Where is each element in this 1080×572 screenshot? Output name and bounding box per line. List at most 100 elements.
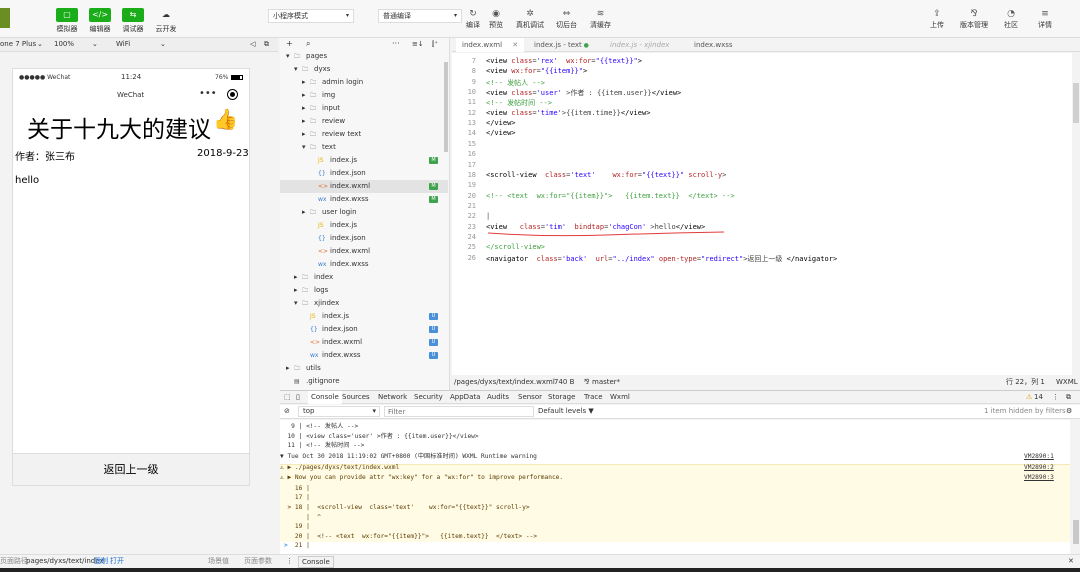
console-drawer-tab[interactable]: Console bbox=[298, 556, 334, 568]
devtools-tab-wxml[interactable]: Wxml bbox=[610, 391, 630, 404]
toolbar-eye-button[interactable]: ◉ 预览 bbox=[489, 8, 503, 30]
file-row[interactable]: ▤ .gitignore bbox=[280, 375, 448, 388]
folder-row[interactable]: ▾ 🗀 dyxs bbox=[280, 63, 448, 76]
file-row[interactable]: wx index.wxss U bbox=[280, 349, 448, 362]
chevron-icon[interactable]: ▸ bbox=[302, 128, 306, 141]
file-row[interactable]: <> index.wxml U bbox=[280, 336, 448, 349]
toolbar-code-button[interactable]: </> 编辑器 bbox=[89, 8, 111, 34]
search-icon[interactable]: ⌕ bbox=[306, 38, 310, 50]
mode-select[interactable]: 小程序模式 ▾ bbox=[268, 9, 354, 23]
chevron-icon[interactable]: ▸ bbox=[302, 206, 306, 219]
console-scrollbar[interactable] bbox=[1072, 420, 1080, 554]
device-toggle-icon[interactable]: ▯ bbox=[296, 391, 300, 404]
avatar[interactable] bbox=[0, 8, 10, 28]
file-row[interactable]: JS index.js M bbox=[280, 154, 448, 167]
more-icon[interactable]: ··· bbox=[392, 38, 400, 50]
devtools-tab-console[interactable]: Console bbox=[308, 391, 342, 404]
toolbar-debug-button[interactable]: ⇆ 调试器 bbox=[122, 8, 144, 34]
drawer-icon[interactable]: ⋮ bbox=[286, 555, 293, 568]
console-line[interactable]: > 18 | <scroll-view class='text' wx:for=… bbox=[280, 504, 1070, 512]
open-link[interactable]: 打开 bbox=[110, 555, 124, 568]
add-icon[interactable]: + bbox=[286, 38, 293, 50]
params-button[interactable]: 页面参数 bbox=[244, 555, 272, 568]
folder-row[interactable]: ▸ 🗀 review bbox=[280, 115, 448, 128]
console-line[interactable]: ⚠ ▶ ./pages/dyxs/text/index.wxml VM2890:2 bbox=[280, 464, 1070, 472]
compile-select[interactable]: 普通编译 ▾ bbox=[378, 9, 462, 23]
chevron-icon[interactable]: ▾ bbox=[294, 297, 298, 310]
devtools-tab-trace[interactable]: Trace bbox=[584, 391, 603, 404]
source-link[interactable]: VM2890:3 bbox=[1024, 474, 1054, 482]
settings-icon[interactable]: ⚙ bbox=[1066, 405, 1072, 418]
chevron-icon[interactable]: ▾ bbox=[294, 63, 298, 76]
scene-button[interactable]: 场景值 bbox=[208, 555, 229, 568]
code-editor[interactable]: 7 <view class='rex' wx:for="{{text}}"> 8 <v… bbox=[452, 53, 1072, 375]
thumbs-up-icon[interactable]: 👍 bbox=[213, 107, 238, 131]
inspect-icon[interactable]: ⬚ bbox=[284, 391, 291, 404]
file-row[interactable]: wx index.wxss bbox=[280, 258, 448, 271]
file-row[interactable]: {} index.json U bbox=[280, 323, 448, 336]
filter-input[interactable] bbox=[384, 406, 534, 417]
tab-2[interactable]: index.js - xjindex bbox=[610, 38, 669, 52]
console-line[interactable]: 17 | bbox=[280, 494, 1070, 502]
file-row[interactable]: wx index.wxss M bbox=[280, 193, 448, 206]
toolbar-refresh-button[interactable]: ↻ 编译 bbox=[466, 8, 480, 30]
chevron-icon[interactable]: ▸ bbox=[302, 89, 306, 102]
console-line[interactable]: ⚠ ▶ Now you can provide attr "wx:key" fo… bbox=[280, 474, 1070, 482]
folder-row[interactable]: ▸ 🗀 admin login bbox=[280, 76, 448, 89]
file-row[interactable]: <> index.wxml M bbox=[280, 180, 448, 193]
popout-icon[interactable]: ⧉ bbox=[264, 38, 269, 51]
console-prompt[interactable]: > bbox=[284, 542, 288, 549]
speaker-icon[interactable]: ◁ bbox=[250, 38, 255, 51]
devtools-tab-sensor[interactable]: Sensor bbox=[518, 391, 542, 404]
zoom-select[interactable]: 100% bbox=[54, 38, 74, 51]
chevron-icon[interactable]: ▸ bbox=[302, 102, 306, 115]
console-line[interactable]: ▼ Tue Oct 30 2018 11:19:02 GMT+0800 (中国标… bbox=[280, 453, 1070, 461]
close-icon[interactable]: ✕ bbox=[510, 41, 518, 49]
console-line[interactable]: 16 | bbox=[280, 485, 1070, 493]
toolbar-phone-button[interactable]: ▢ 模拟器 bbox=[56, 8, 78, 34]
sort-icon[interactable]: ≡↓ bbox=[412, 38, 424, 50]
toolbar-switch-button[interactable]: ⇔ 切后台 bbox=[556, 8, 577, 30]
toolbar-branch-button[interactable]: ⅋ 版本管理 bbox=[960, 8, 988, 30]
devtools-tab-appdata[interactable]: AppData bbox=[450, 391, 480, 404]
chevron-icon[interactable]: ▸ bbox=[286, 362, 290, 375]
levels-select[interactable]: Default levels ▼ bbox=[538, 405, 594, 418]
more-icon[interactable]: ••• bbox=[199, 88, 217, 99]
file-row[interactable]: {} index.json bbox=[280, 167, 448, 180]
dock-icon[interactable]: ⧉ bbox=[1066, 391, 1071, 404]
file-row[interactable]: JS index.js U bbox=[280, 310, 448, 323]
console-line[interactable]: 10 | <view class='user' >作者 : {{item.use… bbox=[280, 433, 1070, 441]
explorer-scrollbar[interactable] bbox=[444, 62, 448, 152]
copy-link[interactable]: 复制 bbox=[94, 555, 108, 568]
file-row[interactable]: JS index.js bbox=[280, 219, 448, 232]
toolbar-cloud-button[interactable]: ☁ 云开发 bbox=[155, 8, 177, 34]
file-row[interactable]: <> index.wxml bbox=[280, 245, 448, 258]
git-branch[interactable]: master* bbox=[592, 376, 620, 388]
devtools-tab-sources[interactable]: Sources bbox=[342, 391, 370, 404]
folder-row[interactable]: ▸ 🗀 img bbox=[280, 89, 448, 102]
folder-row[interactable]: ▸ 🗀 index bbox=[280, 271, 448, 284]
hello-text[interactable]: hello bbox=[15, 175, 39, 186]
folder-row[interactable]: ▸ 🗀 logs bbox=[280, 284, 448, 297]
folder-row[interactable]: ▾ 🗀 pages bbox=[280, 50, 448, 63]
folder-row[interactable]: ▾ 🗀 text bbox=[280, 141, 448, 154]
console-line[interactable]: 19 | bbox=[280, 523, 1070, 531]
kebab-icon[interactable]: ⋮ bbox=[1052, 391, 1059, 404]
chevron-icon[interactable]: ▸ bbox=[294, 271, 298, 284]
devtools-tab-security[interactable]: Security bbox=[414, 391, 443, 404]
close-icon[interactable]: ✕ bbox=[1068, 555, 1074, 568]
tab-0[interactable]: index.wxml ✕ bbox=[456, 38, 525, 52]
clear-icon[interactable]: ⊘ bbox=[284, 405, 290, 418]
console-line[interactable]: 21 | bbox=[280, 542, 1070, 550]
folder-row[interactable]: ▸ 🗀 input bbox=[280, 102, 448, 115]
editor-scrollbar[interactable] bbox=[1072, 53, 1080, 375]
console-line[interactable]: | ^ bbox=[280, 514, 1070, 522]
folder-row[interactable]: ▸ 🗀 user login bbox=[280, 206, 448, 219]
chevron-icon[interactable]: ▸ bbox=[302, 76, 306, 89]
folder-row[interactable]: ▾ 🗀 xjindex bbox=[280, 297, 448, 310]
toolbar-upload-button[interactable]: ⇪ 上传 bbox=[930, 8, 944, 30]
console-line[interactable]: 11 | <!-- 发帖时间 --> bbox=[280, 442, 1070, 450]
chevron-icon[interactable]: ▸ bbox=[302, 115, 306, 128]
folder-row[interactable]: ▸ 🗀 utils bbox=[280, 362, 448, 375]
tab-1[interactable]: index.js - text ● bbox=[534, 38, 589, 52]
